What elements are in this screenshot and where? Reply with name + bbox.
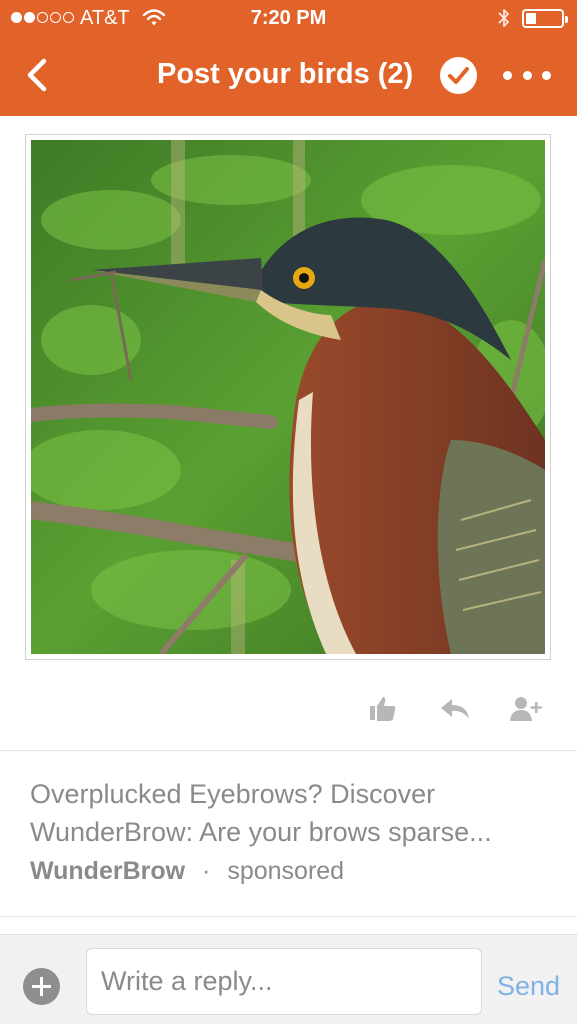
- reply-icon[interactable]: [438, 694, 472, 729]
- battery-icon: [522, 9, 568, 28]
- ad-separator: ·: [202, 857, 211, 885]
- post-actions: [0, 690, 577, 734]
- reply-input[interactable]: [86, 948, 482, 1015]
- follow-user-icon[interactable]: [508, 694, 544, 729]
- more-dots-icon[interactable]: [503, 62, 551, 88]
- page-title: Post your birds (2): [157, 58, 414, 90]
- ad-sponsored-label: sponsored: [227, 857, 345, 885]
- like-icon[interactable]: [368, 694, 398, 729]
- divider: [0, 916, 577, 917]
- ad-brand[interactable]: WunderBrow: [30, 857, 185, 885]
- status-bar: AT&T 7:20 PM: [0, 0, 577, 38]
- back-chevron-icon[interactable]: [22, 56, 56, 96]
- divider: [0, 750, 577, 751]
- nav-bar: Post your birds (2): [0, 38, 577, 116]
- add-attachment-icon[interactable]: [23, 968, 60, 1005]
- post-photo-frame: [25, 134, 551, 660]
- bluetooth-icon: [496, 6, 512, 36]
- ad-meta: WunderBrow · sponsored: [30, 857, 560, 886]
- bird-photo[interactable]: [31, 140, 545, 654]
- checkmark-circle-icon[interactable]: [440, 57, 477, 94]
- reply-composer: Send: [0, 934, 577, 1024]
- status-time: 7:20 PM: [250, 7, 327, 29]
- app-header: AT&T 7:20 PM Post your birds (2): [0, 0, 577, 116]
- send-button[interactable]: Send: [497, 971, 560, 1002]
- sponsored-ad[interactable]: Overplucked Eyebrows? Discover WunderBro…: [30, 775, 560, 886]
- ad-text[interactable]: Overplucked Eyebrows? Discover WunderBro…: [30, 775, 560, 851]
